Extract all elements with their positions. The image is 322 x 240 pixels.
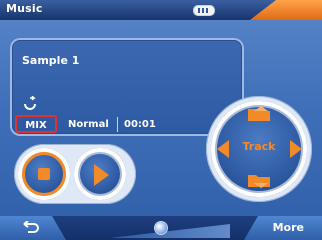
top-bar: Music (0, 0, 322, 20)
top-right-accent (250, 0, 322, 20)
music-player-screen: Music Sample 1 MIX Normal 00:01 Track Mo… (0, 0, 322, 240)
left-arrow-icon[interactable] (217, 140, 229, 158)
right-arrow-icon[interactable] (290, 140, 302, 158)
play-mode-label[interactable]: Normal (68, 119, 109, 130)
battery-icon (193, 5, 215, 16)
divider (117, 117, 118, 132)
app-title: Music (6, 2, 43, 15)
folder-up-icon[interactable] (245, 105, 275, 123)
back-icon (23, 221, 39, 233)
elapsed-time: 00:01 (124, 119, 156, 130)
mix-button[interactable]: MIX (15, 115, 57, 133)
track-name: Sample 1 (22, 54, 80, 67)
track-label[interactable]: Track (241, 140, 277, 153)
more-label: More (272, 221, 304, 234)
folder-down-icon[interactable] (245, 171, 275, 189)
volume-slider-knob[interactable] (155, 222, 167, 234)
stop-icon (38, 168, 50, 180)
repeat-icon (24, 96, 36, 110)
play-icon (94, 164, 109, 186)
